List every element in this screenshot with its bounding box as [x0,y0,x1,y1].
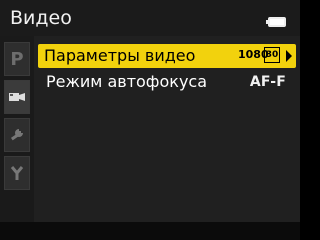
camera-menu-screen: Видео P Параметры видео 1080 30 Режим ав… [0,0,300,240]
menu-tabs: P [0,36,34,222]
p-letter-icon: P [10,48,24,70]
menu-item-autofocus-mode[interactable]: Режим автофокуса AF-F [38,70,296,94]
tab-playback[interactable]: P [4,42,30,76]
menu-item-video-settings[interactable]: Параметры видео 1080 30 [38,44,296,68]
menu-panel: Параметры видео 1080 30 Режим автофокуса… [34,36,300,222]
y-icon [10,166,24,180]
menu-item-label: Режим автофокуса [46,72,208,91]
wrench-icon [10,129,23,141]
topbar: Видео [0,0,300,36]
camera-icon [9,93,25,101]
menu-item-value: AF-F [249,74,286,90]
menu-item-label: Параметры видео [44,46,196,65]
video-quality-badge: 1080 30 [238,47,282,65]
battery-icon [266,17,286,27]
tab-movie[interactable] [4,80,30,114]
video-framerate-box: 30 [264,47,280,63]
tab-custom[interactable] [4,156,30,190]
tab-setup[interactable] [4,118,30,152]
chevron-right-icon [286,50,292,62]
bottombar [0,222,300,240]
page-title: Видео [10,7,72,29]
